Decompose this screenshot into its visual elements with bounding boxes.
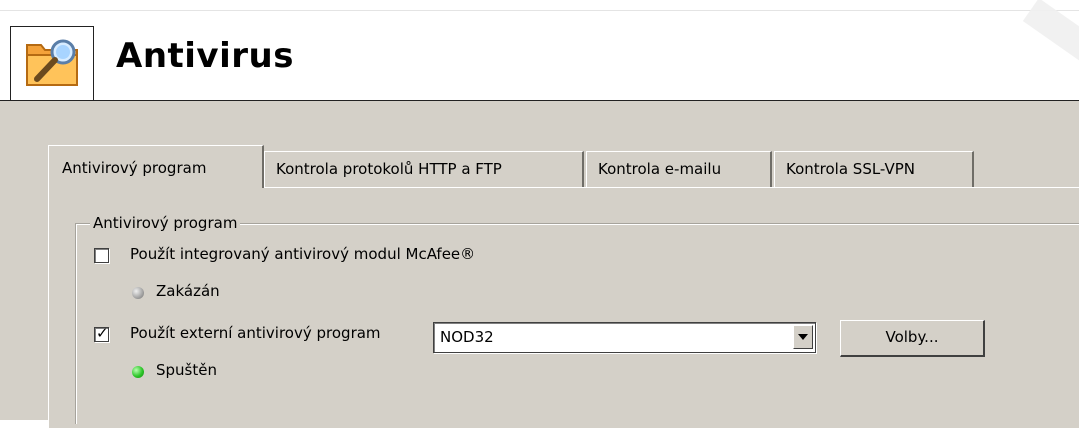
checkmark-icon: ✓ bbox=[96, 324, 109, 342]
header-divider bbox=[0, 10, 1079, 11]
external-status-text: Spuštěn bbox=[156, 361, 217, 379]
chevron-down-icon bbox=[798, 334, 808, 340]
tab-email[interactable]: Kontrola e-mailu bbox=[586, 151, 772, 187]
tab-http-ftp[interactable]: Kontrola protokolů HTTP a FTP bbox=[264, 151, 584, 187]
external-antivirus-label[interactable]: Použít externí antivirový program bbox=[130, 324, 381, 342]
page-title: Antivirus bbox=[116, 36, 294, 76]
integrated-antivirus-label[interactable]: Použít integrovaný antivirový modul McAf… bbox=[130, 245, 475, 263]
external-antivirus-checkbox[interactable]: ✓ bbox=[94, 324, 109, 342]
tab-antivirus-program[interactable]: Antivirový program bbox=[48, 145, 264, 188]
integrated-antivirus-checkbox[interactable] bbox=[94, 248, 109, 263]
main-panel: Antivirový program Kontrola protokolů HT… bbox=[0, 100, 1079, 428]
selected-program: NOD32 bbox=[440, 328, 494, 346]
tab-page: Antivirový program Použít integrovaný an… bbox=[48, 187, 1079, 428]
status-running-icon bbox=[132, 366, 144, 378]
dropdown-arrow-button[interactable] bbox=[793, 325, 813, 349]
folder-magnifier-icon bbox=[26, 39, 78, 86]
header: Antivirus bbox=[0, 0, 1079, 100]
watermark bbox=[1022, 0, 1079, 90]
app-icon-frame bbox=[10, 26, 94, 100]
tab-ssl-vpn[interactable]: Kontrola SSL-VPN bbox=[774, 151, 974, 187]
status-disabled-icon bbox=[132, 287, 144, 299]
options-button[interactable]: Volby... bbox=[840, 320, 985, 357]
external-program-select[interactable]: NOD32 bbox=[433, 322, 816, 353]
integrated-status-text: Zakázán bbox=[156, 282, 220, 300]
group-legend: Antivirový program bbox=[90, 213, 241, 233]
